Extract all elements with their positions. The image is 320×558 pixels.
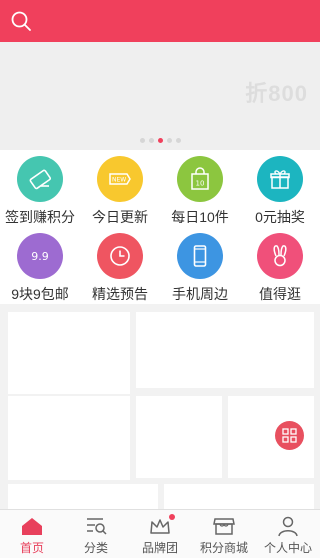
promo-card[interactable] xyxy=(8,484,158,510)
grid-item-preview[interactable]: 精选预告 xyxy=(80,227,160,304)
bottom-tab-bar: 首页 分类 品牌团 积分商城 个人中心 xyxy=(0,509,320,558)
carousel-dot[interactable] xyxy=(148,138,154,143)
grid-item-label: 0元抽奖 xyxy=(255,209,305,225)
grid-item-today-new[interactable]: NEW 今日更新 xyxy=(80,150,160,227)
carousel-dot[interactable] xyxy=(175,138,181,143)
sign-in-ticket-icon xyxy=(17,156,63,202)
tab-points-mall[interactable]: 积分商城 xyxy=(192,510,256,558)
tab-label: 个人中心 xyxy=(263,541,312,555)
new-tag-icon: NEW xyxy=(97,156,143,202)
grid-item-label: 值得逛 xyxy=(259,286,301,302)
tab-label: 积分商城 xyxy=(199,541,248,555)
app-header xyxy=(0,0,320,42)
home-icon xyxy=(22,518,42,535)
svg-text:10: 10 xyxy=(196,180,205,188)
grid-item-label: 今日更新 xyxy=(92,209,148,225)
tab-category[interactable]: 分类 xyxy=(64,510,128,558)
carousel-dot[interactable] xyxy=(139,138,145,143)
banner-logo: 折800 xyxy=(245,81,308,106)
tab-profile[interactable]: 个人中心 xyxy=(256,510,320,558)
promo-card[interactable] xyxy=(136,312,314,388)
notification-badge xyxy=(169,514,175,520)
mobile-phone-icon xyxy=(177,233,223,279)
bunny-ears-icon xyxy=(257,233,303,279)
grid-item-daily-ten[interactable]: 10 每日10件 xyxy=(160,150,240,227)
grid-item-nine-nine[interactable]: 9.9 9块9包邮 xyxy=(0,227,80,304)
carousel-dot[interactable] xyxy=(166,138,172,143)
shop-icon xyxy=(213,518,235,535)
category-search-icon xyxy=(87,518,107,535)
promo-card[interactable] xyxy=(8,312,130,394)
grid-item-worth-browsing[interactable]: 值得逛 xyxy=(240,227,320,304)
grid-menu-button[interactable] xyxy=(275,421,304,450)
grid-item-label: 签到赚积分 xyxy=(5,209,75,225)
grid-item-mobile[interactable]: 手机周边 xyxy=(160,227,240,304)
carousel-dot-active[interactable] xyxy=(157,138,163,143)
banner-carousel[interactable]: 折800 xyxy=(0,42,320,150)
search-icon[interactable] xyxy=(10,10,32,32)
feature-grid: 签到赚积分 NEW 今日更新 10 每日10件 0元抽奖 9.9 9块9包邮 精… xyxy=(0,150,320,304)
tab-label: 首页 xyxy=(19,541,44,555)
tab-home[interactable]: 首页 xyxy=(0,510,64,558)
grid-item-lottery[interactable]: 0元抽奖 xyxy=(240,150,320,227)
tab-label: 品牌团 xyxy=(141,541,178,555)
grid-menu-icon xyxy=(282,428,297,443)
clock-icon xyxy=(97,233,143,279)
grid-item-label: 手机周边 xyxy=(172,286,228,302)
tab-brand-group[interactable]: 品牌团 xyxy=(128,510,192,558)
carousel-dots xyxy=(0,138,320,143)
tab-label: 分类 xyxy=(83,541,108,555)
gift-icon xyxy=(257,156,303,202)
grid-item-label: 每日10件 xyxy=(171,209,229,225)
shopping-bag-icon: 10 xyxy=(177,156,223,202)
grid-item-label: 精选预告 xyxy=(92,286,148,302)
svg-text:NEW: NEW xyxy=(112,177,126,184)
svg-text:9.9: 9.9 xyxy=(31,250,49,263)
promo-card[interactable] xyxy=(8,396,130,480)
promo-card[interactable] xyxy=(136,396,222,478)
promo-card[interactable] xyxy=(164,484,314,510)
user-icon xyxy=(278,516,298,537)
grid-item-sign-in[interactable]: 签到赚积分 xyxy=(0,150,80,227)
nine-nine-icon: 9.9 xyxy=(17,233,63,279)
grid-item-label: 9块9包邮 xyxy=(11,286,69,302)
